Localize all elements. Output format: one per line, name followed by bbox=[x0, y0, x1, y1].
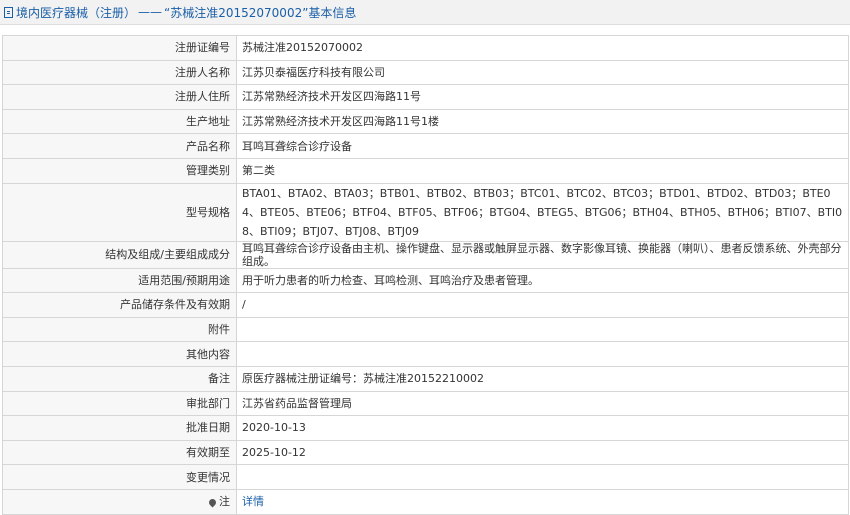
table-row: 管理类别 第二类 bbox=[2, 157, 849, 184]
table-row: 结构及组成/主要组成成分 耳鸣耳聋综合诊疗设备由主机、操作键盘、显示器或触屏显示… bbox=[2, 240, 849, 269]
row-value: 2020-10-13 bbox=[236, 415, 849, 441]
table-row: 审批部门 江苏省药品监督管理局 bbox=[2, 390, 849, 417]
model-spec-text: BTA01、BTA02、BTA03；BTB01、BTB02、BTB03；BTC0… bbox=[242, 186, 843, 238]
table-row: 注册人住所 江苏常熟经济技术开发区四海路11号 bbox=[2, 84, 849, 110]
info-table: 注册证编号 苏械注准20152070002 注册人名称 江苏贝泰福医疗科技有限公… bbox=[2, 35, 849, 515]
row-label: 注册人名称 bbox=[2, 59, 237, 86]
row-value: 耳鸣耳聋综合诊疗设备 bbox=[236, 133, 849, 159]
row-label: 适用范围/预期用途 bbox=[2, 267, 237, 294]
row-value bbox=[236, 464, 849, 490]
breadcrumb-separator: —— bbox=[138, 5, 163, 19]
row-value bbox=[236, 316, 849, 343]
row-value: 原医疗器械注册证编号：苏械注准20152210002 bbox=[236, 365, 849, 392]
page-header: 境内医疗器械（注册） —— “苏械注准20152070002”基本信息 bbox=[0, 0, 850, 25]
table-row: 备注 原医疗器械注册证编号：苏械注准20152210002 bbox=[2, 365, 849, 392]
row-label: 有效期至 bbox=[2, 439, 237, 466]
row-label: 变更情况 bbox=[2, 464, 237, 490]
table-row: 产品名称 耳鸣耳聋综合诊疗设备 bbox=[2, 133, 849, 159]
row-label: 注册证编号 bbox=[2, 35, 237, 61]
row-label: 其他内容 bbox=[2, 341, 237, 367]
row-label: 附件 bbox=[2, 316, 237, 343]
page-title: “苏械注准20152070002”基本信息 bbox=[164, 5, 357, 20]
note-value-cell: 详情 bbox=[236, 488, 849, 515]
breadcrumb-category[interactable]: 境内医疗器械（注册） bbox=[16, 4, 136, 21]
table-row: 注册证编号 苏械注准20152070002 bbox=[2, 35, 849, 61]
table-row: 附件 bbox=[2, 316, 849, 343]
note-label-cell: 注 bbox=[2, 488, 237, 515]
row-value: 江苏省药品监督管理局 bbox=[236, 390, 849, 417]
row-value: 耳鸣耳聋综合诊疗设备由主机、操作键盘、显示器或触屏显示器、数字影像耳镜、换能器（… bbox=[236, 240, 849, 269]
row-label: 审批部门 bbox=[2, 390, 237, 417]
row-value: BTA01、BTA02、BTA03；BTB01、BTB02、BTB03；BTC0… bbox=[236, 182, 849, 242]
row-label: 批准日期 bbox=[2, 415, 237, 441]
row-label: 注册人住所 bbox=[2, 84, 237, 110]
table-row: 注 详情 bbox=[2, 488, 849, 515]
row-value: 江苏常熟经济技术开发区四海路11号 bbox=[236, 84, 849, 110]
table-row: 其他内容 bbox=[2, 341, 849, 367]
table-row: 生产地址 江苏常熟经济技术开发区四海路11号1楼 bbox=[2, 108, 849, 135]
row-label: 结构及组成/主要组成成分 bbox=[2, 240, 237, 269]
row-label: 备注 bbox=[2, 365, 237, 392]
row-value: 江苏常熟经济技术开发区四海路11号1楼 bbox=[236, 108, 849, 135]
table-row: 变更情况 bbox=[2, 464, 849, 490]
row-value bbox=[236, 341, 849, 367]
map-pin-icon bbox=[207, 497, 218, 508]
row-value: 第二类 bbox=[236, 157, 849, 184]
row-label: 产品储存条件及有效期 bbox=[2, 292, 237, 318]
table-row: 型号规格 BTA01、BTA02、BTA03；BTB01、BTB02、BTB03… bbox=[2, 182, 849, 242]
row-label: 型号规格 bbox=[2, 182, 237, 242]
row-value: / bbox=[236, 292, 849, 318]
row-value: 用于听力患者的听力检查、耳鸣检测、耳鸣治疗及患者管理。 bbox=[236, 267, 849, 294]
document-icon bbox=[4, 6, 13, 18]
row-label: 产品名称 bbox=[2, 133, 237, 159]
details-link[interactable]: 详情 bbox=[242, 495, 264, 508]
table-row: 产品储存条件及有效期 / bbox=[2, 292, 849, 318]
table-row: 有效期至 2025-10-12 bbox=[2, 439, 849, 466]
note-label: 注 bbox=[219, 495, 230, 509]
table-row: 注册人名称 江苏贝泰福医疗科技有限公司 bbox=[2, 59, 849, 86]
row-label: 生产地址 bbox=[2, 108, 237, 135]
row-label: 管理类别 bbox=[2, 157, 237, 184]
table-row: 批准日期 2020-10-13 bbox=[2, 415, 849, 441]
row-value: 2025-10-12 bbox=[236, 439, 849, 466]
row-value: 江苏贝泰福医疗科技有限公司 bbox=[236, 59, 849, 86]
row-value: 苏械注准20152070002 bbox=[236, 35, 849, 61]
table-row: 适用范围/预期用途 用于听力患者的听力检查、耳鸣检测、耳鸣治疗及患者管理。 bbox=[2, 267, 849, 294]
